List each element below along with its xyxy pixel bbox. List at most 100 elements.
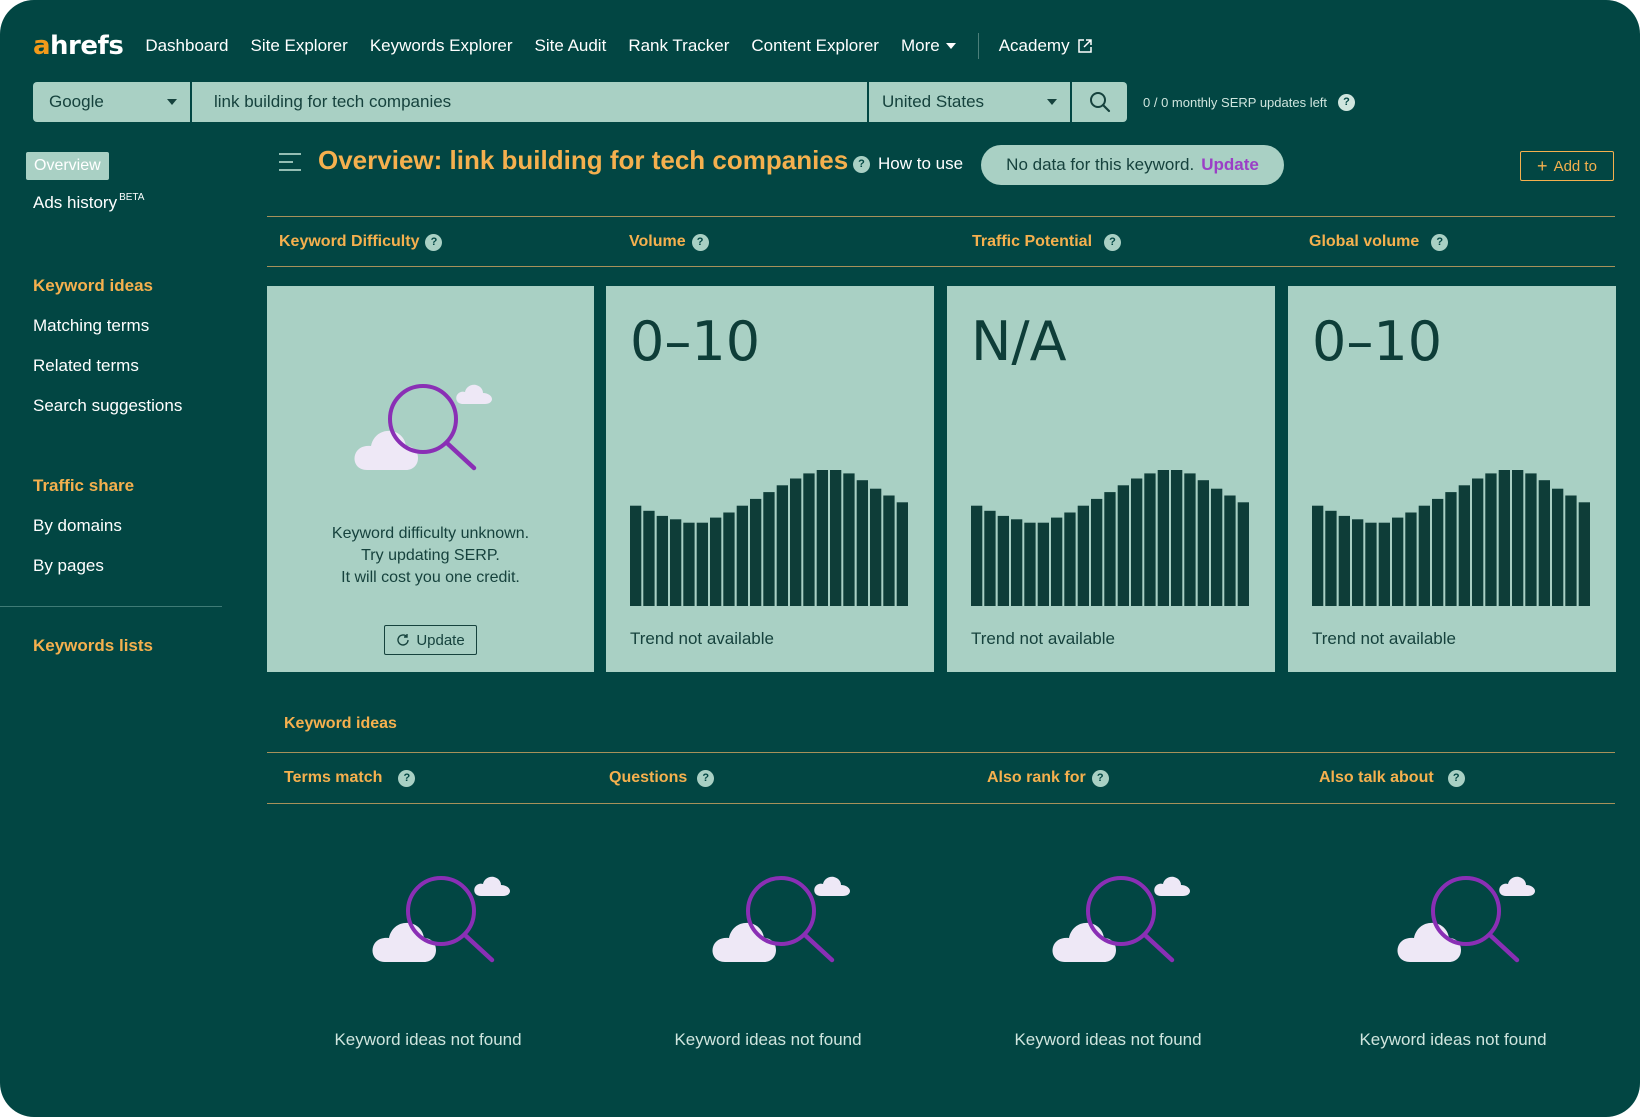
trend-bar <box>1064 512 1076 606</box>
keyword-input[interactable] <box>192 82 867 122</box>
questions-label: Questions? <box>609 769 715 787</box>
sidebar-item-by-domains[interactable]: By domains <box>33 516 122 536</box>
trend-bar <box>1024 522 1036 606</box>
trend-bar <box>1091 498 1103 606</box>
serp-updates-info: 0 / 0 monthly SERP updates left ? <box>1143 93 1356 111</box>
search-bar: Google United States 0 / 0 monthly SERP … <box>33 82 1356 122</box>
help-icon[interactable]: ? <box>697 769 715 787</box>
kd-update-button[interactable]: Update <box>384 625 477 655</box>
help-icon[interactable]: ? <box>691 233 709 251</box>
trend-bar <box>696 522 708 606</box>
terms-match-empty: Keyword ideas not found <box>298 870 558 1060</box>
add-to-label: Add to <box>1553 157 1597 175</box>
trend-not-available: Trend not available <box>971 629 1115 648</box>
app-window: ahrefs Dashboard Site Explorer Keywords … <box>0 0 1640 1117</box>
empty-message: Keyword ideas not found <box>1014 1030 1202 1049</box>
trend-bar <box>984 510 996 606</box>
trend-bar <box>856 480 868 606</box>
nav-divider <box>977 33 979 59</box>
trend-bar <box>1077 505 1089 606</box>
sidebar-item-search-suggestions[interactable]: Search suggestions <box>33 396 182 416</box>
also-rank-for-empty: Keyword ideas not found <box>978 870 1238 1060</box>
trend-bar <box>710 517 722 606</box>
help-icon[interactable]: ? <box>1447 769 1465 787</box>
empty-message: Keyword ideas not found <box>334 1030 522 1049</box>
nav-content-explorer[interactable]: Content Explorer <box>751 36 879 56</box>
divider <box>267 752 1615 753</box>
trend-bar <box>1472 478 1484 606</box>
magnifier-cloud-illustration <box>1397 876 1535 963</box>
serp-updates-text: 0 / 0 monthly SERP updates left <box>1143 94 1328 110</box>
sidebar-item-label: Ads history <box>33 193 118 212</box>
country-select[interactable]: United States <box>869 82 1070 122</box>
trend-bar <box>630 505 642 606</box>
help-icon[interactable]: ? <box>1431 233 1449 251</box>
keyword-ideas-title: Keyword ideas <box>284 715 397 732</box>
also-talk-about-label: Also talk about? <box>1319 769 1465 787</box>
how-to-use-label: How to use <box>878 154 964 173</box>
trend-bar <box>1512 470 1524 606</box>
how-to-use-link[interactable]: ? How to use <box>853 154 963 174</box>
chevron-down-icon <box>945 43 956 49</box>
trend-bar <box>1338 515 1350 606</box>
nav-keywords-explorer[interactable]: Keywords Explorer <box>370 36 513 56</box>
trend-bar <box>1432 498 1444 606</box>
divider <box>267 216 1615 217</box>
nav-more[interactable]: More <box>901 36 956 56</box>
search-icon <box>1089 92 1110 113</box>
search-engine-select[interactable]: Google <box>33 82 190 122</box>
nav-dashboard[interactable]: Dashboard <box>145 36 228 56</box>
nav-rank-tracker[interactable]: Rank Tracker <box>628 36 729 56</box>
nav-more-label: More <box>900 36 940 55</box>
menu-icon[interactable] <box>278 152 302 172</box>
empty-message: Keyword ideas not found <box>1359 1030 1547 1049</box>
trend-bar <box>1117 485 1129 606</box>
sidebar-item-overview[interactable]: Overview <box>26 152 109 180</box>
trend-bar <box>1445 492 1457 606</box>
trend-bar <box>1538 480 1550 606</box>
trend-bar <box>1498 470 1510 606</box>
traffic-potential-trend-placeholder <box>971 470 1249 606</box>
trend-bar <box>1365 522 1377 606</box>
trend-bar <box>870 488 882 606</box>
trend-bar <box>816 470 828 606</box>
metric-label-volume: Volume? <box>629 233 709 251</box>
help-icon[interactable]: ? <box>398 769 416 787</box>
volume-card: 0–10 Trend not available <box>606 286 934 672</box>
sidebar-item-ads-history[interactable]: Ads history BETA <box>33 192 144 213</box>
trend-bar <box>1211 488 1223 606</box>
trend-bar <box>1392 517 1404 606</box>
sidebar-item-by-pages[interactable]: By pages <box>33 556 104 576</box>
sidebar-item-related-terms[interactable]: Related terms <box>33 356 139 376</box>
trend-bar <box>670 519 682 606</box>
traffic-potential-value: N/A <box>971 310 1067 373</box>
sidebar-heading-traffic-share[interactable]: Traffic share <box>33 476 134 496</box>
beta-badge: BETA <box>119 192 145 203</box>
trend-bar <box>1578 502 1590 606</box>
ahrefs-logo[interactable]: ahrefs <box>33 31 124 61</box>
volume-trend-placeholder <box>630 470 908 606</box>
search-engine-value: Google <box>49 92 104 111</box>
trend-bar <box>1525 473 1537 606</box>
trend-bar <box>803 473 815 606</box>
trend-bar <box>1458 485 1470 606</box>
kd-update-label: Update <box>416 631 465 649</box>
sidebar-heading-keyword-ideas[interactable]: Keyword ideas <box>33 276 153 296</box>
magnifier-cloud-illustration <box>354 384 492 471</box>
sidebar-heading-keywords-lists[interactable]: Keywords lists <box>33 636 153 656</box>
metric-label-global-volume: Global volume? <box>1309 233 1449 251</box>
nav-academy[interactable]: Academy <box>999 36 1092 56</box>
help-icon[interactable]: ? <box>1338 93 1356 111</box>
add-to-button[interactable]: + Add to <box>1520 151 1614 181</box>
nav-site-audit[interactable]: Site Audit <box>534 36 606 56</box>
trend-bar <box>1312 505 1324 606</box>
help-icon[interactable]: ? <box>1104 233 1122 251</box>
update-link[interactable]: Update <box>1201 155 1259 175</box>
trend-bar <box>1131 478 1143 606</box>
nav-site-explorer[interactable]: Site Explorer <box>250 36 347 56</box>
help-icon[interactable]: ? <box>425 233 443 251</box>
search-button[interactable] <box>1072 82 1127 122</box>
trend-bar <box>1418 505 1430 606</box>
sidebar-item-matching-terms[interactable]: Matching terms <box>33 316 149 336</box>
help-icon[interactable]: ? <box>1091 769 1109 787</box>
